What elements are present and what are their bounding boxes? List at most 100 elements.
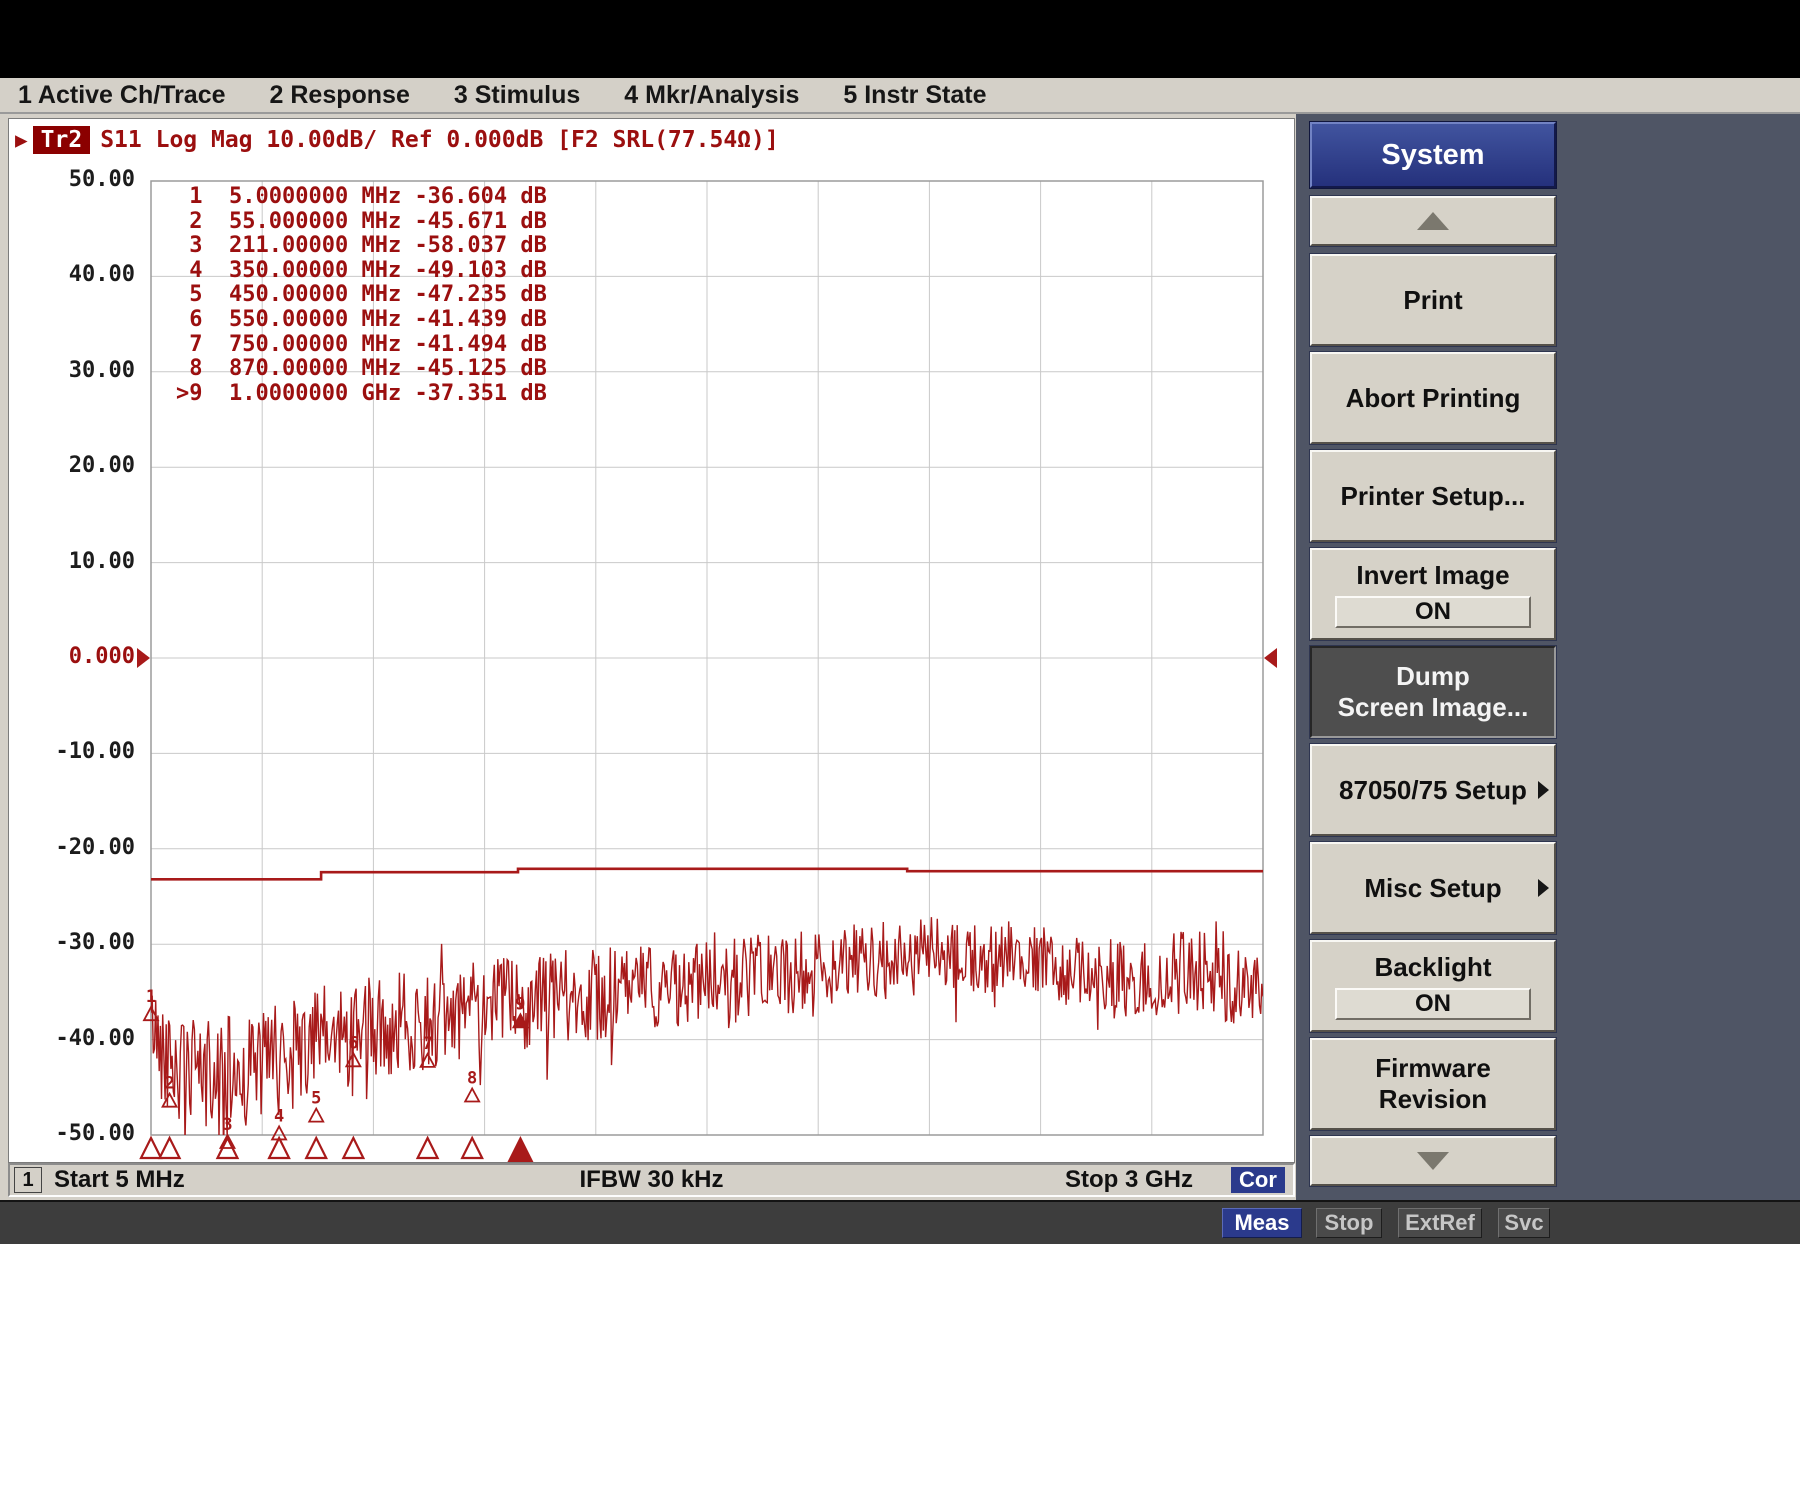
marker-level: -41.494 dB [414, 332, 546, 357]
softkey-scroll-down-button[interactable] [1310, 1136, 1556, 1186]
marker-number: 4 [176, 258, 203, 283]
marker-number: 5 [176, 282, 203, 307]
softkey-label: Printer Setup... [1341, 481, 1526, 512]
marker-level: -58.037 dB [414, 233, 546, 258]
y-tick-label: -20.00 [19, 835, 135, 863]
submenu-arrow-icon [1538, 879, 1549, 897]
instrument-status-stop: Stop [1316, 1208, 1382, 1238]
softkey-toggle-state: ON [1335, 596, 1531, 628]
marker-readout-row: 5 450.00000 MHz -47.235 dB [176, 283, 547, 308]
softkey-firmware-revision[interactable]: Firmware Revision [1310, 1038, 1556, 1130]
marker-readout-row: 8 870.00000 MHz -45.125 dB [176, 357, 547, 382]
softkey-dump-screen-image[interactable]: Dump Screen Image... [1310, 646, 1556, 738]
marker-readout-row: 6 550.00000 MHz -41.439 dB [176, 308, 547, 333]
marker-frequency: 5.0000000 MHz [229, 184, 401, 209]
main-area: ▶ Tr2 S11 Log Mag 10.00dB/ Ref 0.000dB [… [0, 114, 1800, 1200]
softkey-label: Print [1403, 285, 1462, 316]
marker-number: 7 [176, 332, 203, 357]
softkey-backlight[interactable]: Backlight ON [1310, 940, 1556, 1032]
y-tick-label: -10.00 [19, 739, 135, 767]
y-tick-label: -40.00 [19, 1026, 135, 1054]
svg-text:1: 1 [146, 987, 156, 1007]
marker-frequency: 55.000000 MHz [229, 209, 401, 234]
marker-frequency: 450.00000 MHz [229, 282, 401, 307]
up-arrow-icon [1417, 212, 1449, 230]
marker-table: 1 5.0000000 MHz -36.604 dB 2 55.000000 M… [176, 185, 547, 406]
marker-number: >9 [176, 381, 203, 406]
menu-bar: 1 Active Ch/Trace 2 Response 3 Stimulus 4 M… [0, 78, 1800, 114]
softkey-misc-setup[interactable]: Misc Setup [1310, 842, 1556, 934]
marker-readout-row: 3 211.00000 MHz -58.037 dB [176, 234, 547, 259]
softkey-label: Backlight [1374, 952, 1491, 983]
menu-item-2[interactable]: 2 Response [270, 81, 410, 110]
y-tick-label: -30.00 [19, 930, 135, 958]
y-tick-label: 10.00 [19, 549, 135, 577]
ifbw-label: IFBW 30 kHz [579, 1166, 723, 1194]
channel-number-badge: 1 [14, 1167, 42, 1193]
softkey-87050-75-setup[interactable]: 87050/75 Setup [1310, 744, 1556, 836]
sweep-start-label: Start 5 MHz [54, 1166, 185, 1194]
softkey-scroll-up-button[interactable] [1310, 196, 1556, 246]
svg-text:3: 3 [222, 1115, 232, 1135]
y-tick-label: -50.00 [19, 1121, 135, 1149]
menu-item-4[interactable]: 4 Mkr/Analysis [624, 81, 799, 110]
svg-text:9: 9 [515, 994, 525, 1014]
softkey-print[interactable]: Print [1310, 254, 1556, 346]
instrument-status-meas: Meas [1222, 1208, 1302, 1238]
svg-text:5: 5 [311, 1089, 321, 1109]
instrument-status-extref: ExtRef [1398, 1208, 1482, 1238]
svg-text:6: 6 [348, 1033, 358, 1053]
marker-frequency: 211.00000 MHz [229, 233, 401, 258]
softkey-label: Abort Printing [1346, 383, 1521, 414]
marker-readout-row: 7 750.00000 MHz -41.494 dB [176, 333, 547, 358]
svg-text:8: 8 [467, 1068, 477, 1088]
softkey-label: Misc Setup [1364, 873, 1501, 904]
marker-level: -41.439 dB [414, 307, 546, 332]
svg-text:2: 2 [164, 1074, 174, 1094]
marker-readout-row: 1 5.0000000 MHz -36.604 dB [176, 185, 547, 210]
y-tick-label: 50.00 [19, 167, 135, 195]
softkey-label: 87050/75 Setup [1339, 775, 1527, 806]
marker-number: 2 [176, 209, 203, 234]
measurement-screen: ▶ Tr2 S11 Log Mag 10.00dB/ Ref 0.000dB [… [8, 118, 1295, 1163]
marker-readout-row: 4 350.00000 MHz -49.103 dB [176, 259, 547, 284]
svg-text:7: 7 [422, 1034, 432, 1054]
instrument-status-bar: Meas Stop ExtRef Svc [0, 1200, 1800, 1244]
softkey-label: Invert Image [1356, 560, 1509, 591]
instrument-status-svc: Svc [1498, 1208, 1550, 1238]
marker-number: 1 [176, 184, 203, 209]
menu-item-1[interactable]: 1 Active Ch/Trace [18, 81, 226, 110]
sweep-stop-label: Stop 3 GHz [1065, 1166, 1193, 1194]
marker-level: -45.671 dB [414, 209, 546, 234]
softkey-label: Firmware Revision [1375, 1053, 1491, 1115]
y-tick-reference-label: 0.000 [19, 644, 135, 672]
softkey-invert-image[interactable]: Invert Image ON [1310, 548, 1556, 640]
marker-level: -45.125 dB [414, 356, 546, 381]
marker-frequency: 350.00000 MHz [229, 258, 401, 283]
softkey-toggle-state: ON [1335, 988, 1531, 1020]
softkey-panel: System PrintAbort PrintingPrinter Setup.… [1296, 114, 1800, 1200]
marker-readout-row: >9 1.0000000 GHz -37.351 dB [176, 382, 547, 407]
marker-level: -37.351 dB [414, 381, 546, 406]
y-tick-label: 40.00 [19, 262, 135, 290]
vna-instrument-screen: 1 Active Ch/Trace 2 Response 3 Stimulus 4 M… [0, 0, 1800, 1500]
menu-item-3[interactable]: 3 Stimulus [454, 81, 580, 110]
top-black-band [0, 0, 1800, 78]
marker-number: 3 [176, 233, 203, 258]
y-tick-label: 20.00 [19, 453, 135, 481]
marker-frequency: 870.00000 MHz [229, 356, 401, 381]
marker-number: 6 [176, 307, 203, 332]
marker-number: 8 [176, 356, 203, 381]
softkey-abort-printing[interactable]: Abort Printing [1310, 352, 1556, 444]
softkey-printer-setup[interactable]: Printer Setup... [1310, 450, 1556, 542]
marker-level: -36.604 dB [414, 184, 546, 209]
submenu-arrow-icon [1538, 781, 1549, 799]
marker-level: -47.235 dB [414, 282, 546, 307]
down-arrow-icon [1417, 1152, 1449, 1170]
marker-frequency: 1.0000000 GHz [229, 381, 401, 406]
menu-item-5[interactable]: 5 Instr State [843, 81, 986, 110]
correction-status-badge: Cor [1231, 1167, 1285, 1193]
marker-frequency: 750.00000 MHz [229, 332, 401, 357]
y-tick-label: 30.00 [19, 358, 135, 386]
softkey-label: Dump Screen Image... [1338, 661, 1529, 723]
